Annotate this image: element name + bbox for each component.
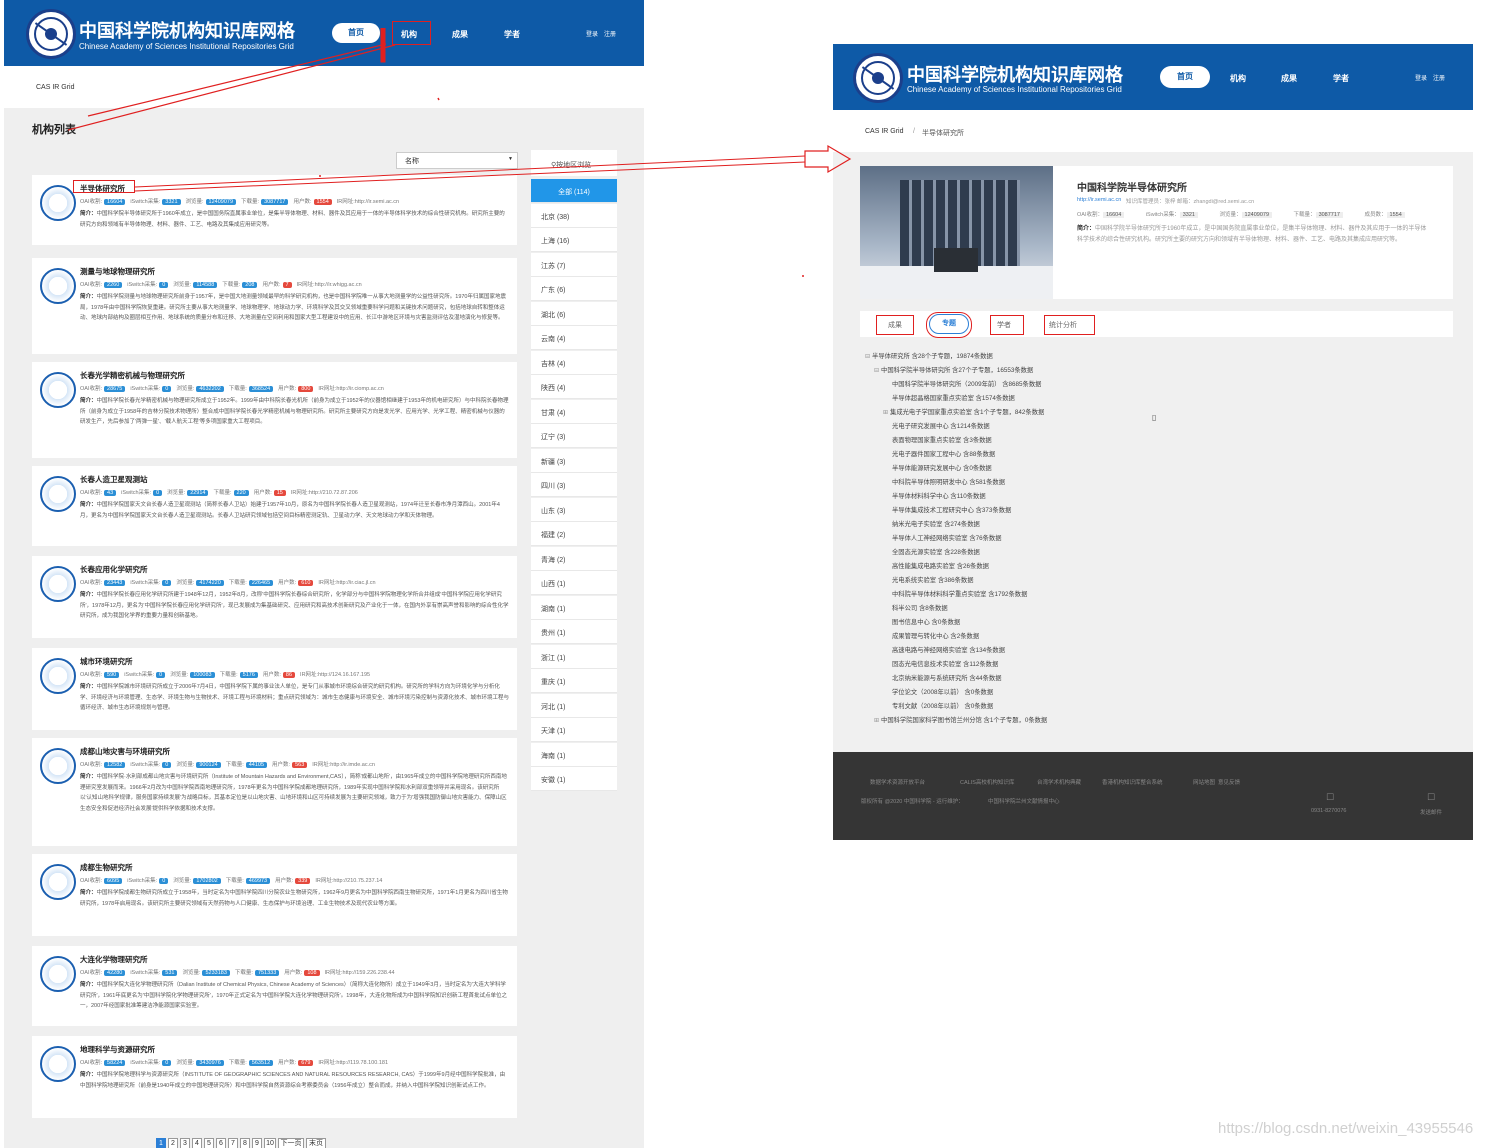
annotation-arrows xyxy=(67,28,852,277)
